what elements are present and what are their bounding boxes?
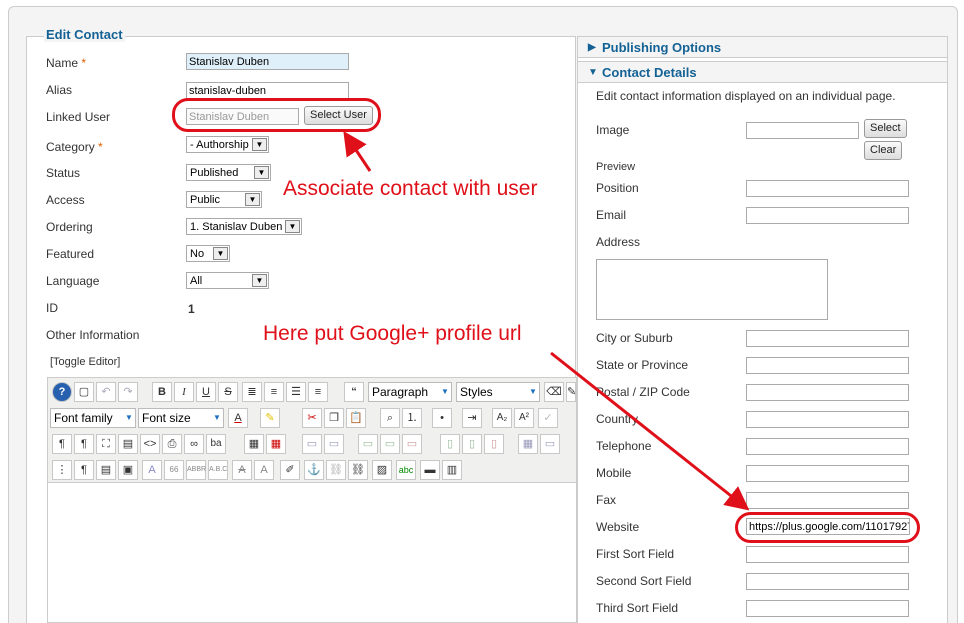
arrow-to-select-user xyxy=(343,131,372,172)
arrow-to-website xyxy=(550,351,750,511)
annotation-arrows xyxy=(343,131,750,511)
